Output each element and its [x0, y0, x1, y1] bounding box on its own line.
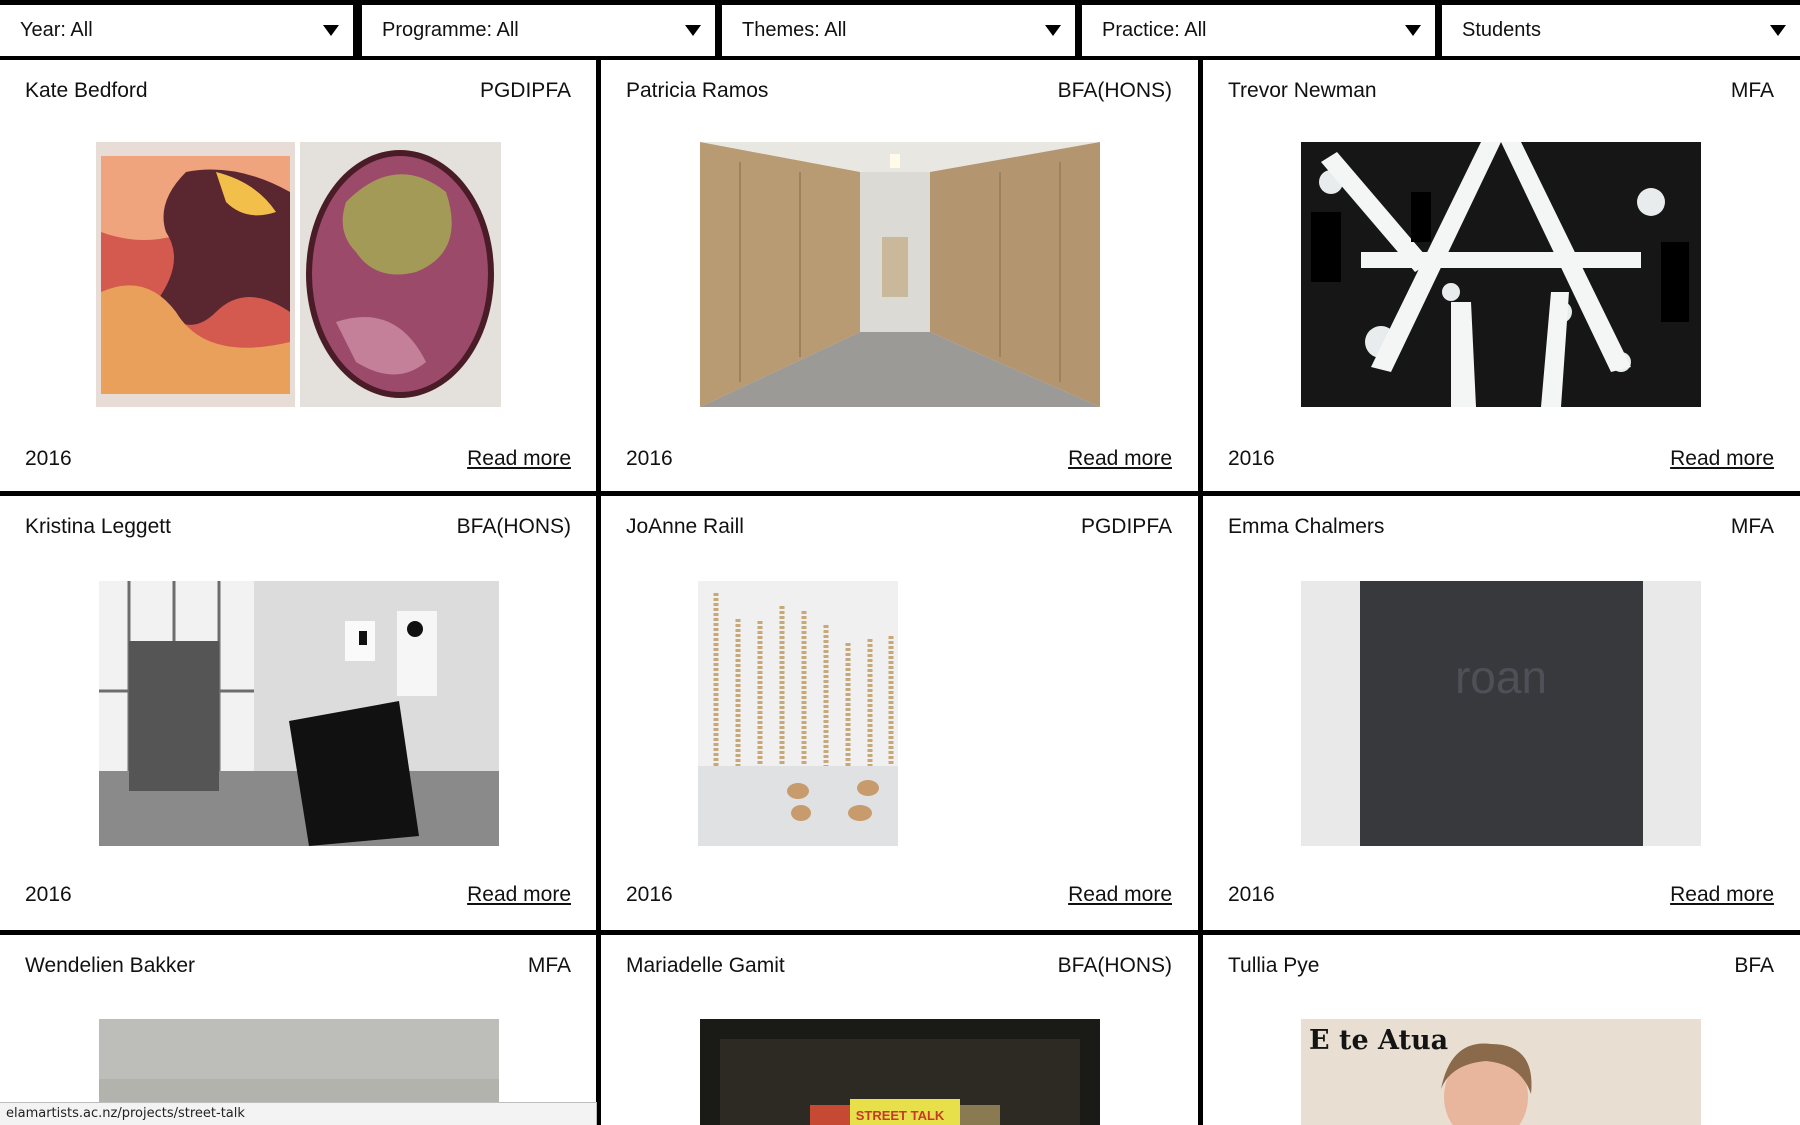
read-more-link[interactable]: Read more — [1670, 883, 1774, 907]
read-more-link[interactable]: Read more — [1670, 447, 1774, 471]
student-name-link[interactable]: Kristina Leggett — [25, 515, 171, 539]
artwork-thumbnail[interactable] — [698, 581, 898, 846]
filter-bar: Year: All Programme: All Themes: All Pra… — [0, 0, 1800, 60]
programme-filter-label: Programme: All — [382, 19, 519, 41]
students-filter-label: Students — [1462, 19, 1541, 41]
artwork-thumbnail[interactable] — [1301, 142, 1701, 407]
programme-label: MFA — [1730, 79, 1774, 102]
year-filter-dropdown[interactable]: Year: All — [0, 5, 353, 56]
student-card: Emma Chalmers MFA roan 2016 Read more — [1203, 496, 1799, 930]
read-more-link[interactable]: Read more — [1068, 883, 1172, 907]
read-more-link[interactable]: Read more — [1068, 447, 1172, 471]
programme-label: MFA — [527, 954, 571, 977]
student-name-link[interactable]: Patricia Ramos — [626, 79, 768, 103]
student-card: Wendelien Bakker MFA — [0, 935, 596, 1125]
caret-down-icon — [323, 25, 339, 36]
students-filter-dropdown[interactable]: Students — [1442, 5, 1800, 56]
student-name-link[interactable]: Trevor Newman — [1228, 79, 1377, 103]
artwork-text: E te Atua — [1309, 1025, 1448, 1056]
caret-down-icon — [1405, 25, 1421, 36]
artwork-thumbnail[interactable]: E te Atua — [1301, 1019, 1701, 1125]
programme-label: BFA(HONS) — [1057, 954, 1172, 977]
programme-label: BFA(HONS) — [456, 515, 571, 538]
practice-filter-dropdown[interactable]: Practice: All — [1082, 5, 1435, 56]
caret-down-icon — [1045, 25, 1061, 36]
read-more-link[interactable]: Read more — [467, 883, 571, 907]
year-filter-label: Year: All — [20, 19, 93, 41]
student-card: Tullia Pye BFA E te Atua — [1203, 935, 1799, 1125]
artwork-thumbnail[interactable]: STREET TALK — [700, 1019, 1100, 1125]
student-name-link[interactable]: JoAnne Raill — [626, 515, 744, 539]
student-name-link[interactable]: Kate Bedford — [25, 79, 148, 103]
programme-label: BFA(HONS) — [1057, 79, 1172, 102]
caret-down-icon — [685, 25, 701, 36]
artwork-text: roan — [1455, 651, 1547, 703]
student-name-link[interactable]: Tullia Pye — [1228, 954, 1319, 978]
year-label: 2016 — [626, 447, 673, 470]
programme-label: PGDIPFA — [1080, 515, 1172, 538]
status-bar-url: elamartists.ac.nz/projects/street-talk — [0, 1102, 597, 1125]
programme-label: BFA — [1734, 954, 1774, 977]
themes-filter-label: Themes: All — [742, 19, 847, 41]
student-card: Patricia Ramos BFA(HONS) 2016 Read more — [601, 60, 1197, 494]
artwork-thumbnail[interactable] — [99, 581, 499, 846]
student-card: Kate Bedford PGDIPFA 2016 Read more — [0, 60, 596, 494]
themes-filter-dropdown[interactable]: Themes: All — [722, 5, 1075, 56]
student-card: JoAnne Raill PGDIPFA 2016 Read more — [601, 496, 1197, 930]
student-card: Kristina Leggett BFA(HONS) 2016 Read mor… — [0, 496, 596, 930]
student-card: Mariadelle Gamit BFA(HONS) STREET TALK — [601, 935, 1197, 1125]
artwork-thumbnail[interactable]: roan — [1301, 581, 1701, 846]
caret-down-icon — [1770, 25, 1786, 36]
artwork-thumbnail[interactable] — [96, 142, 501, 407]
year-label: 2016 — [1228, 883, 1275, 906]
student-name-link[interactable]: Mariadelle Gamit — [626, 954, 785, 978]
year-label: 2016 — [626, 883, 673, 906]
programme-label: PGDIPFA — [479, 79, 571, 102]
artwork-thumbnail[interactable] — [700, 142, 1100, 407]
practice-filter-label: Practice: All — [1102, 19, 1207, 41]
read-more-link[interactable]: Read more — [467, 447, 571, 471]
student-name-link[interactable]: Wendelien Bakker — [25, 954, 195, 978]
student-name-link[interactable]: Emma Chalmers — [1228, 515, 1384, 539]
programme-filter-dropdown[interactable]: Programme: All — [362, 5, 715, 56]
year-label: 2016 — [1228, 447, 1275, 470]
artwork-text: STREET TALK — [856, 1108, 945, 1123]
year-label: 2016 — [25, 447, 72, 470]
year-label: 2016 — [25, 883, 72, 906]
student-card: Trevor Newman MFA 2016 Read more — [1203, 60, 1799, 494]
programme-label: MFA — [1730, 515, 1774, 538]
